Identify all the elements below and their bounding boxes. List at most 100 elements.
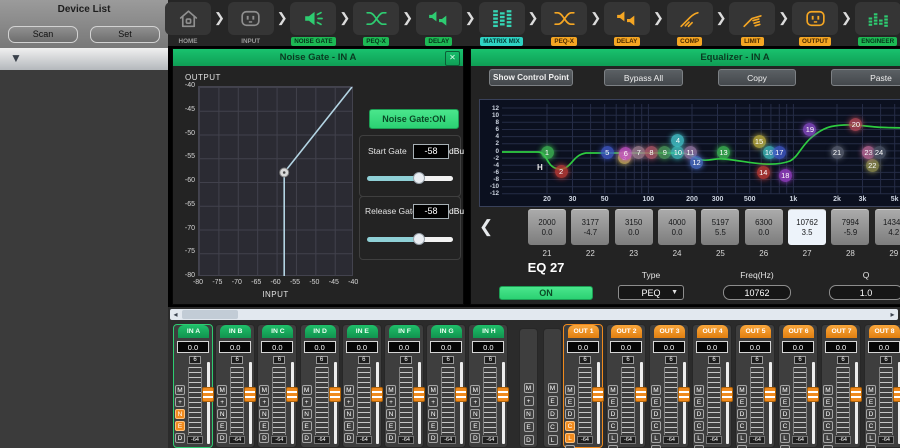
fader-track[interactable] [812,362,815,444]
channel-value-in-d[interactable]: 0.0 [304,341,336,353]
eq-point-21[interactable]: 21 [831,146,844,159]
aux-strip-in-button-n[interactable]: N [524,409,534,419]
noise-gate-curve[interactable] [199,87,354,277]
scroll-right-icon[interactable]: ▸ [887,309,898,320]
channel-button-m[interactable]: M [175,385,185,395]
channel-button-d[interactable]: D [217,433,227,443]
mixer-scrollbar[interactable]: ◂ ▸ [170,309,898,320]
channel-button-l[interactable]: L [608,433,618,443]
channel-value-in-h[interactable]: 0.0 [472,341,504,353]
scan-button[interactable]: Scan [8,26,78,43]
channel-button-c[interactable]: C [780,421,790,431]
channel-button-m[interactable]: M [737,385,747,395]
channel-button-e[interactable]: E [428,421,438,431]
eq-point-1[interactable]: 1 [541,146,554,159]
channel-button-d[interactable]: D [175,433,185,443]
channel-button-c[interactable]: C [651,421,661,431]
channel-button-n[interactable]: N [302,409,312,419]
eq-point-22[interactable]: 22 [866,159,879,172]
fader-handle[interactable] [592,387,604,402]
aux-strip-in-button-e[interactable]: E [524,422,534,432]
channel-button-plus[interactable]: + [344,397,354,407]
fader-track[interactable] [502,362,505,444]
channel-tab-in-g[interactable]: IN G [431,325,462,338]
aux-strip-in-button-m[interactable]: M [524,383,534,393]
start-gate-value[interactable]: -58 [413,144,449,159]
eq-band-cell-27[interactable]: 107623.5 [788,209,826,245]
eq-band-cell-22[interactable]: 3177-4.7 [571,209,609,245]
channel-button-m[interactable]: M [608,385,618,395]
aux-strip-out-button-e[interactable]: E [548,396,558,406]
eq-band-cell-21[interactable]: 20000.0 [528,209,566,245]
eq-point-15[interactable]: 15 [753,135,766,148]
channel-button-m[interactable]: M [780,385,790,395]
eq-band-cell-24[interactable]: 40000.0 [658,209,696,245]
channel-value-out-5[interactable]: 0.0 [739,341,771,353]
channel-value-in-a[interactable]: 0.0 [177,341,209,353]
toolbar-item-input[interactable]: INPUT [228,2,274,46]
aux-strip-out-button-c[interactable]: C [548,422,558,432]
eq-point-13[interactable]: 13 [717,146,730,159]
channel-button-plus[interactable]: + [470,397,480,407]
scroll-left-icon[interactable]: ◂ [170,309,181,320]
channel-tab-out-3[interactable]: OUT 3 [654,325,685,338]
channel-value-in-g[interactable]: 0.0 [430,341,462,353]
channel-button-d[interactable]: D [428,433,438,443]
aux-strip-out-button-d[interactable]: D [548,409,558,419]
channel-button-n[interactable]: N [217,409,227,419]
channel-tab-in-c[interactable]: IN C [262,325,293,338]
fader-track[interactable] [291,362,294,444]
fader-handle[interactable] [497,387,509,402]
channel-button-m[interactable]: M [428,385,438,395]
channel-value-out-3[interactable]: 0.0 [653,341,685,353]
eq-point-7[interactable]: 7 [632,146,645,159]
paste-button[interactable]: Paste [831,69,900,86]
channel-button-plus[interactable]: + [175,397,185,407]
channel-button-c[interactable]: C [694,421,704,431]
eq-point-5[interactable]: 5 [601,146,614,159]
fader-track[interactable] [597,362,600,444]
channel-button-e[interactable]: E [217,421,227,431]
channel-button-m[interactable]: M [386,385,396,395]
eq-point-10[interactable]: 10 [671,146,684,159]
hpf-marker[interactable]: H [537,163,543,172]
toolbar-item-matrix-mix[interactable]: MATRIX MIX [479,2,525,46]
channel-button-m[interactable]: M [217,385,227,395]
toolbar-item-engineer[interactable]: ENGINEER [855,2,900,46]
channel-button-d[interactable]: D [608,409,618,419]
eq-point-18[interactable]: 18 [779,169,792,182]
channel-value-out-8[interactable]: 0.0 [868,341,900,353]
channel-button-plus[interactable]: + [302,397,312,407]
scrollbar-thumb[interactable] [182,310,238,319]
eq-point-8[interactable]: 8 [645,146,658,159]
release-gate-slider[interactable] [367,237,453,242]
toolbar-item-delay[interactable]: DELAY [604,2,650,46]
toolbar-item-noise-gate[interactable]: NOISE GATE [290,2,336,46]
channel-button-m[interactable]: M [302,385,312,395]
channel-value-in-f[interactable]: 0.0 [388,341,420,353]
channel-tab-out-1[interactable]: OUT 1 [568,325,599,338]
aux-strip-in-button-plus[interactable]: + [524,396,534,406]
channel-value-out-2[interactable]: 0.0 [610,341,642,353]
fader-track[interactable] [376,362,379,444]
channel-button-n[interactable]: N [386,409,396,419]
channel-tab-in-d[interactable]: IN D [305,325,336,338]
fader-track[interactable] [855,362,858,444]
channel-button-d[interactable]: D [737,409,747,419]
channel-button-e[interactable]: E [608,397,618,407]
close-icon[interactable]: ✕ [445,51,460,66]
channel-button-plus[interactable]: + [217,397,227,407]
channel-tab-in-h[interactable]: IN H [473,325,504,338]
channel-button-e[interactable]: E [780,397,790,407]
aux-strip-out-button-m[interactable]: M [548,383,558,393]
eq-band-cell-28[interactable]: 7994-5.9 [831,209,869,245]
eq-band-cell-25[interactable]: 51975.5 [701,209,739,245]
channel-button-d[interactable]: D [565,409,575,419]
fader-track[interactable] [334,362,337,444]
channel-button-n[interactable]: N [428,409,438,419]
noise-gate-power-button[interactable]: Noise Gate:ON [369,109,459,129]
toolbar-item-home[interactable]: HOME [165,2,211,46]
aux-strip-in-button-d[interactable]: D [524,435,534,445]
channel-button-l[interactable]: L [780,433,790,443]
channel-button-d[interactable]: D [302,433,312,443]
